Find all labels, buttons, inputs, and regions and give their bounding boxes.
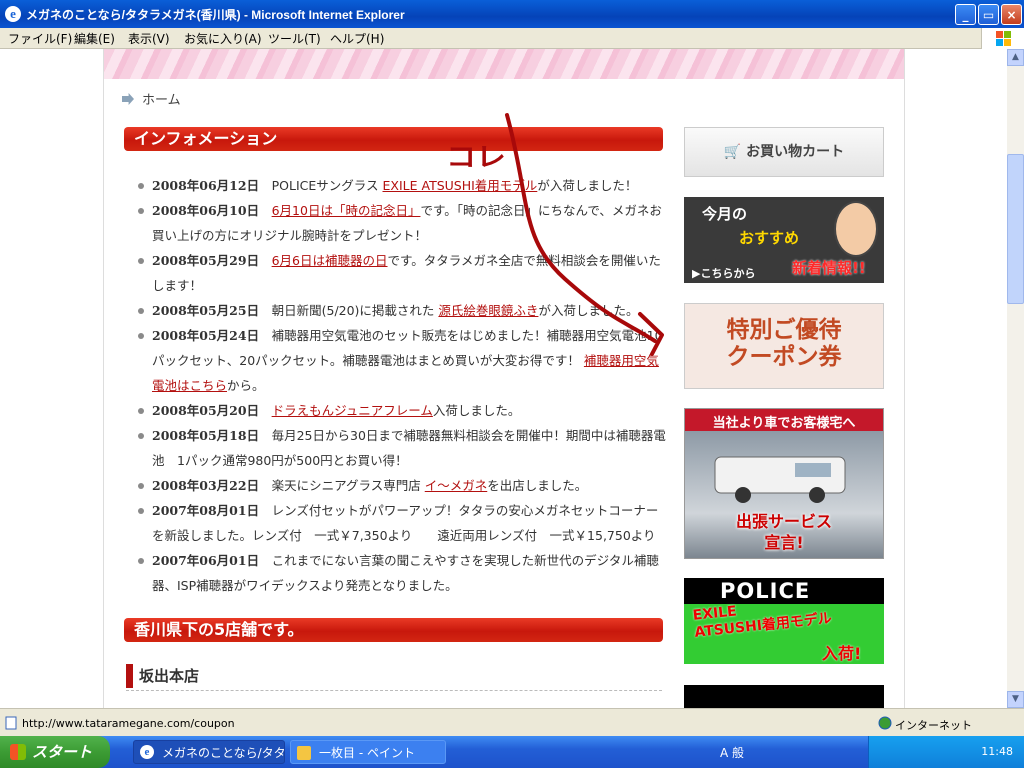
page-icon — [5, 716, 17, 730]
menu-view[interactable]: 表示(V) — [128, 30, 170, 47]
ie-logo-icon: e — [5, 6, 21, 22]
menu-file[interactable]: ファイル(F) — [8, 30, 72, 47]
taskbar: スタート e メガネのことなら/タタラメ... 一枚目 - ペイント A 般 1… — [0, 736, 1024, 768]
system-tray: 11:48 — [868, 736, 1024, 768]
scroll-down-button[interactable]: ▼ — [1007, 691, 1024, 708]
menu-favorites[interactable]: お気に入り(A) — [184, 30, 262, 47]
vertical-scrollbar[interactable]: ▲ ▼ — [1007, 49, 1024, 708]
ime-indicator[interactable]: A 般 — [720, 744, 744, 761]
status-bar: http://www.tataramegane.com/coupon インターネ… — [0, 708, 1024, 737]
menu-bar: ファイル(F) 編集(E) 表示(V) お気に入り(A) ツール(T) ヘルプ(… — [0, 28, 1024, 49]
annotation-arrow — [505, 113, 664, 356]
browser-viewport: ホーム インフォメーション 2008年06月12日 POLICEサングラス EX… — [0, 49, 1007, 708]
windows-flag-icon — [981, 28, 1024, 49]
minimize-button[interactable]: _ — [955, 4, 976, 25]
menu-edit[interactable]: 編集(E) — [74, 30, 115, 47]
maximize-button[interactable]: ▭ — [978, 4, 999, 25]
close-button[interactable]: × — [1001, 4, 1022, 25]
menu-help[interactable]: ヘルプ(H) — [330, 30, 384, 47]
menu-tools[interactable]: ツール(T) — [268, 30, 321, 47]
scroll-up-button[interactable]: ▲ — [1007, 49, 1024, 66]
paint-icon — [297, 746, 311, 760]
task-ie-window[interactable]: e メガネのことなら/タタラメ... — [133, 740, 285, 764]
globe-icon — [878, 716, 892, 730]
task-paint-window[interactable]: 一枚目 - ペイント — [290, 740, 446, 764]
ie-logo-icon: e — [140, 745, 154, 759]
status-url: http://www.tataramegane.com/coupon — [22, 717, 235, 730]
title-bar: e メガネのことなら/タタラメガネ(香川県) - Microsoft Inter… — [0, 0, 1024, 28]
window-title: メガネのことなら/タタラメガネ(香川県) - Microsoft Interne… — [26, 8, 405, 22]
clock: 11:48 — [981, 745, 1013, 758]
windows-logo-icon — [10, 744, 26, 760]
scroll-thumb[interactable] — [1007, 154, 1024, 304]
security-zone: インターネット — [895, 719, 972, 732]
start-button[interactable]: スタート — [0, 736, 110, 768]
